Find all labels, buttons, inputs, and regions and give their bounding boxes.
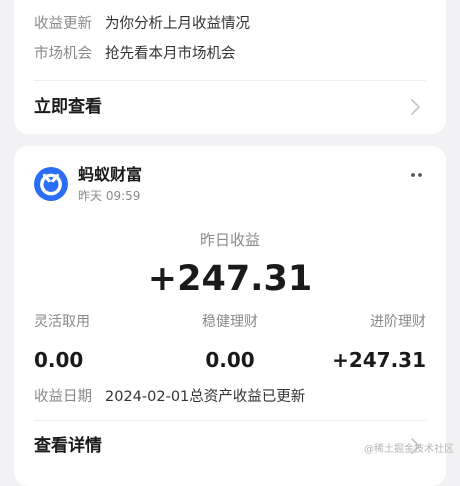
ant-fortune-logo-icon: [34, 167, 68, 201]
message-time: 昨天 09:59: [78, 188, 140, 204]
ant-fortune-card: 蚂蚁财富 昨天 09:59 昨日收益 +247.31 灵活取用 0.00 稳健理…: [14, 146, 446, 486]
breakdown-advanced: 进阶理财 +247.31: [286, 312, 426, 374]
info-row-earnings-date: 收益日期2024-02-01总资产收益已更新: [34, 387, 305, 407]
breakdown-label: 稳健理财: [160, 312, 300, 332]
breakdown-value: 0.00: [160, 346, 300, 374]
view-now-button[interactable]: 立即查看: [34, 93, 426, 121]
summary-card: 收益更新为你分析上月收益情况 市场机会抢先看本月市场机会 立即查看: [14, 0, 446, 134]
info-label: 收益日期: [34, 387, 105, 407]
earnings-breakdown: 灵活取用 0.00 稳健理财 0.00 进阶理财 +247.31: [34, 312, 426, 372]
breakdown-stable: 稳健理财 0.00: [160, 312, 300, 374]
info-label: 收益更新: [34, 14, 105, 34]
info-label: 市场机会: [34, 44, 105, 64]
breakdown-label: 进阶理财: [286, 312, 426, 332]
divider: [34, 420, 426, 421]
breakdown-value: 0.00: [34, 346, 174, 374]
divider: [34, 80, 426, 81]
info-value: 为你分析上月收益情况: [105, 16, 250, 32]
brand-name: 蚂蚁财富: [78, 164, 142, 186]
info-row-market-opportunity: 市场机会抢先看本月市场机会: [34, 44, 236, 64]
yesterday-earnings-value: +247.31: [14, 256, 446, 302]
chevron-right-icon: [406, 97, 426, 117]
info-row-earnings-update: 收益更新为你分析上月收益情况: [34, 14, 250, 34]
watermark: @稀土掘金技术社区: [364, 444, 454, 456]
view-now-label: 立即查看: [34, 93, 102, 121]
info-value: 抢先看本月市场机会: [105, 46, 236, 62]
breakdown-value: +247.31: [286, 346, 426, 374]
yesterday-earnings-label: 昨日收益: [14, 230, 446, 250]
breakdown-flexible: 灵活取用 0.00: [34, 312, 174, 374]
breakdown-label: 灵活取用: [34, 312, 174, 332]
view-details-label: 查看详情: [34, 432, 102, 460]
more-dots-icon[interactable]: [406, 168, 428, 182]
info-value: 2024-02-01总资产收益已更新: [105, 389, 305, 405]
